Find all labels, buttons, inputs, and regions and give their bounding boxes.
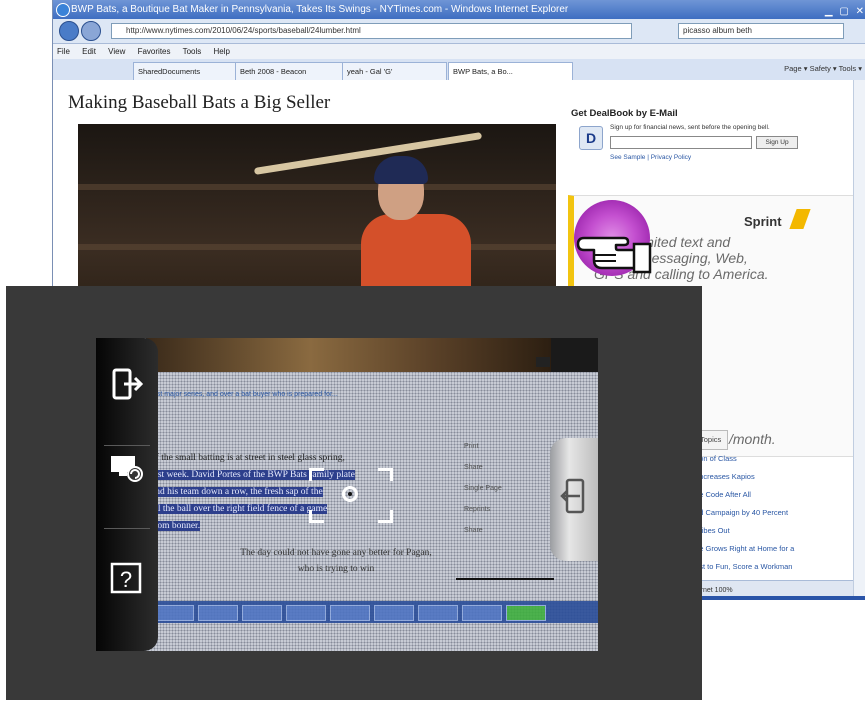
browser-title: BWP Bats, a Boutique Bat Maker in Pennsy… <box>71 4 569 15</box>
preview-side-link: Single Page <box>464 485 502 492</box>
dealbook-signup-button[interactable]: Sign Up <box>756 136 798 149</box>
sprint-logo-icon <box>789 209 811 229</box>
tab-bar: SharedDocuments Beth 2008 - Beacon yeah … <box>53 59 865 82</box>
menu-tools[interactable]: Tools <box>183 47 202 56</box>
switch-screen-button[interactable] <box>108 450 144 486</box>
menu-help[interactable]: Help <box>214 47 230 56</box>
enter-icon <box>560 478 585 514</box>
help-label: ? <box>120 567 132 592</box>
enter-tab-button[interactable] <box>550 438 598 561</box>
side-toolbar: ? <box>96 338 158 651</box>
ie-logo-icon <box>56 3 70 17</box>
sidebar-link[interactable]: ...e Grows Right at Home for a <box>693 540 863 558</box>
help-button[interactable]: ? <box>108 560 144 596</box>
menu-favorites[interactable]: Favorites <box>138 47 171 56</box>
preview-side-link: Share <box>464 464 483 471</box>
magnifier-overlay: ...st major series, and over a bat buyer… <box>6 286 702 700</box>
sidebar-link[interactable]: ...ribes Out <box>693 522 863 540</box>
highlighted-text: from bonner. <box>151 521 201 531</box>
forward-icon[interactable] <box>81 21 101 41</box>
menu-bar: File Edit View Favorites Tools Help <box>53 44 865 59</box>
preview-side-links: Print Share Single Page Reprints Share <box>464 436 502 541</box>
preview-pullquote: The day could not have gone any better f… <box>240 548 432 574</box>
dealbook-d-icon: D <box>579 126 603 150</box>
exit-icon <box>112 368 144 400</box>
window-controls[interactable]: ▁ ▢ ✕ <box>825 2 865 19</box>
help-icon: ? <box>110 562 142 594</box>
menu-edit[interactable]: Edit <box>82 47 96 56</box>
pointing-hand-icon <box>574 200 652 276</box>
menu-file[interactable]: File <box>57 47 70 56</box>
sidebar-link[interactable]: ...d Campaign by 40 Percent <box>693 504 863 522</box>
preview-side-link: Reprints <box>464 506 491 513</box>
highlighted-text: all the ball over the right field fence … <box>151 504 328 514</box>
address-field[interactable]: http://www.nytimes.com/2010/06/24/sports… <box>111 23 632 39</box>
sidebar-link[interactable]: ...ncreases Kapios <box>693 468 863 486</box>
highlighted-text: and his team down a row, the fresh sap o… <box>151 487 323 497</box>
preview-side-link: Print <box>464 443 479 450</box>
command-bar[interactable]: Page ▾ Safety ▾ Tools ▾ <box>784 64 862 73</box>
preview-link-line: ...st major series, and over a bat buyer… <box>151 391 338 398</box>
sidebar-link[interactable]: ...on of Class <box>693 450 863 468</box>
preview-side-link: Share <box>464 527 483 534</box>
back-icon[interactable] <box>59 21 79 41</box>
tab-beth[interactable]: Beth 2008 - Beacon <box>235 62 345 80</box>
tab-yeah[interactable]: yeah - Gal 'G' <box>342 62 447 80</box>
tab-bwp-bats[interactable]: BWP Bats, a Bo... <box>448 62 573 80</box>
search-input[interactable]: picasso album beth <box>678 23 844 39</box>
sidebar-link[interactable]: ...st to Fun, Score a Workman <box>693 558 863 576</box>
browser-title-bar: BWP Bats, a Boutique Bat Maker in Pennsy… <box>53 0 865 19</box>
screen-switch-icon <box>111 456 143 482</box>
dealbook-links[interactable]: See Sample | Privacy Policy <box>610 154 691 161</box>
dealbook-text: Sign up for financial news, sent before … <box>610 124 770 131</box>
preview-line: of the small batting is at street in ste… <box>151 453 345 463</box>
address-bar-row: http://www.nytimes.com/2010/06/24/sports… <box>53 19 865 44</box>
page-scrollbar[interactable] <box>853 80 865 600</box>
dealbook-email-input[interactable] <box>610 136 752 149</box>
article-headline: Making Baseball Bats a Big Seller <box>68 92 331 113</box>
right-sidebar: Topics ...on of Class ...ncreases Kapios… <box>693 430 863 576</box>
dealbook-title: Get DealBook by E-Mail <box>571 108 678 119</box>
tab-shared-documents[interactable]: SharedDocuments <box>133 62 238 80</box>
ad-brand: Sprint <box>744 214 782 229</box>
menu-view[interactable]: View <box>108 47 125 56</box>
capture-crosshair[interactable] <box>309 468 393 523</box>
exit-button[interactable] <box>108 366 144 402</box>
preview-taskbar <box>146 601 598 623</box>
preview-paragraph: of the small batting is at street in ste… <box>151 450 451 535</box>
sidebar-link[interactable]: ...e Code After All <box>693 486 863 504</box>
